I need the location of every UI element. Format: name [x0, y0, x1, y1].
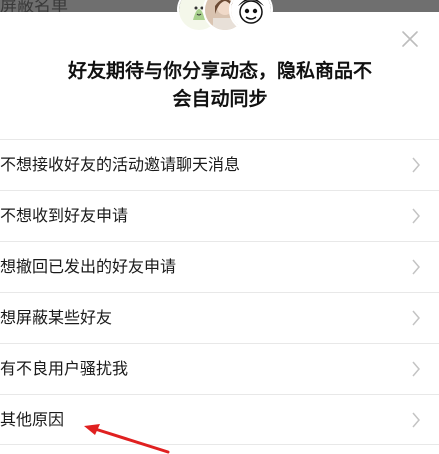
close-icon[interactable] [399, 28, 421, 50]
reason-item-label: 有不良用户骚扰我 [0, 359, 129, 378]
reason-item-label: 不想接收好友的活动邀请聊天消息 [0, 155, 241, 174]
reason-list: 不想接收好友的活动邀请聊天消息 不想收到好友申请 想撤回已发出的好友申请 想屏蔽… [0, 139, 439, 445]
page-title-line-2: 会自动同步 [172, 88, 268, 110]
chevron-right-icon [412, 259, 420, 275]
chevron-right-icon [412, 208, 420, 224]
reason-item-label: 其他原因 [0, 410, 65, 429]
reason-item-activity-invites[interactable]: 不想接收好友的活动邀请聊天消息 [0, 139, 439, 190]
reason-item-friend-requests[interactable]: 不想收到好友申请 [0, 190, 439, 241]
reason-item-harassment[interactable]: 有不良用户骚扰我 [0, 343, 439, 394]
reason-item-label: 不想收到好友申请 [0, 206, 129, 225]
reason-item-label: 想撤回已发出的好友申请 [0, 257, 177, 276]
chevron-right-icon [412, 361, 420, 377]
chevron-right-icon [412, 157, 420, 173]
friend-avatars [177, 0, 277, 40]
reason-item-withdraw-requests[interactable]: 想撤回已发出的好友申请 [0, 241, 439, 292]
reason-item-label: 想屏蔽某些好友 [0, 308, 113, 327]
reason-item-block-friends[interactable]: 想屏蔽某些好友 [0, 292, 439, 343]
chevron-right-icon [412, 310, 420, 326]
page-title: 好友期待与你分享动态，隐私商品不 会自动同步 [40, 57, 400, 113]
backdrop-page-title: 屏蔽名单 [0, 0, 68, 12]
chevron-right-icon [412, 412, 420, 428]
reason-item-other[interactable]: 其他原因 [0, 394, 439, 445]
page-title-line-1: 好友期待与你分享动态，隐私商品不 [67, 60, 372, 82]
